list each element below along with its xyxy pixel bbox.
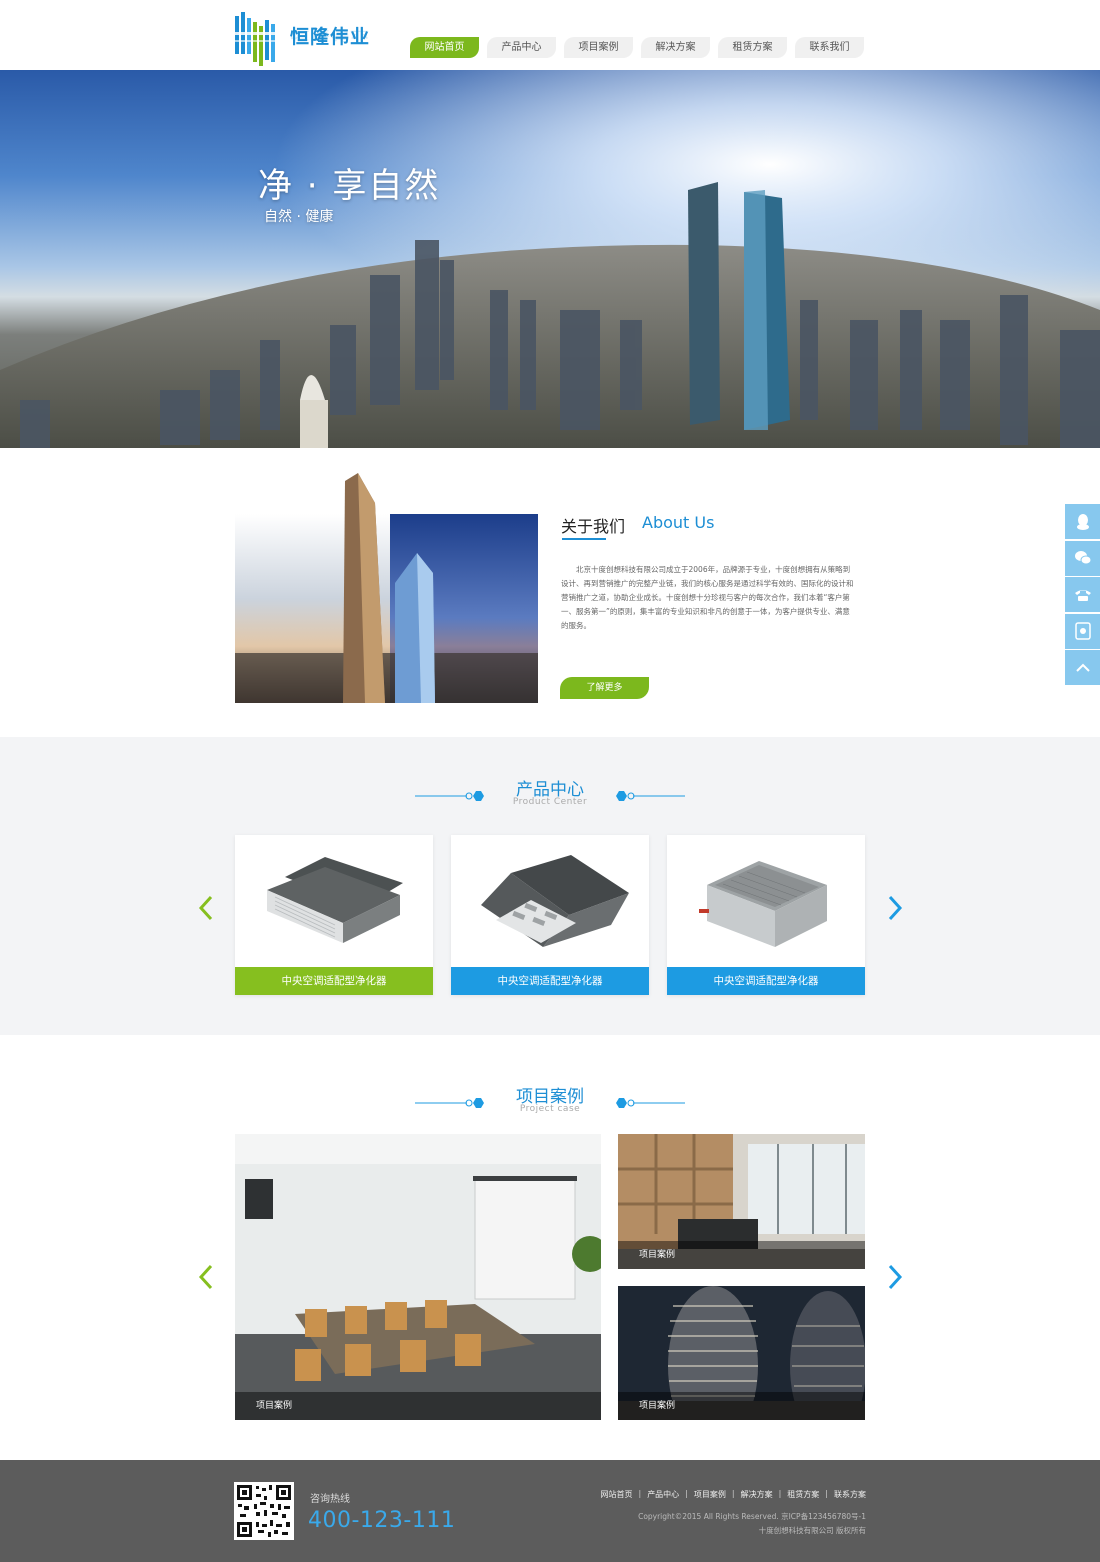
product-card-label: 中央空调适配型净化器 <box>667 967 865 995</box>
banner-subtitle: 自然 · 健康 <box>264 209 334 225</box>
cases-title-decoration <box>415 1098 685 1108</box>
about-title-underline <box>562 538 606 540</box>
product-image <box>267 857 403 943</box>
site-footer: 咨询热线 400-123-111 网站首页 | 产品中心 | 项目案例 | 解决方案 |… <box>0 1460 1100 1562</box>
hero-banner: 净 · 享自然 自然 · 健康 <box>0 70 1100 448</box>
banner-title: 净 · 享自然 <box>258 166 441 206</box>
wechat-button[interactable] <box>1065 540 1100 576</box>
nav-rental[interactable]: 租赁方案 <box>718 37 787 58</box>
case-caption: 项目案例 <box>618 1392 865 1420</box>
product-card[interactable]: 中央空调适配型净化器 <box>235 835 433 995</box>
city-skyline-image <box>0 70 1100 448</box>
footer-link-products[interactable]: 产品中心 <box>647 1489 679 1500</box>
nav-solutions[interactable]: 解决方案 <box>641 37 710 58</box>
company-text: 十度创想科技有限公司 版权所有 <box>758 1526 866 1535</box>
products-next-arrow-icon[interactable] <box>882 893 906 923</box>
product-card[interactable]: 中央空调适配型净化器 <box>667 835 865 995</box>
case-item[interactable]: 项目案例 <box>618 1134 865 1269</box>
phone-icon <box>1074 589 1091 601</box>
case-caption: 项目案例 <box>235 1392 601 1420</box>
product-image <box>699 861 827 947</box>
case-item-large[interactable]: 项目案例 <box>235 1134 601 1420</box>
side-toolbar <box>1065 504 1100 687</box>
about-title: 关于我们 <box>561 517 626 536</box>
weibo-icon <box>1074 622 1091 640</box>
nav-contact[interactable]: 联系我们 <box>795 37 864 58</box>
main-nav: 网站首页 产品中心 项目案例 解决方案 租赁方案 联系我们 <box>410 37 872 58</box>
product-card-label: 中央空调适配型净化器 <box>235 967 433 995</box>
footer-link-cases[interactable]: 项目案例 <box>694 1489 726 1500</box>
product-image <box>481 855 629 947</box>
footer-link-home[interactable]: 网站首页 <box>600 1489 632 1500</box>
footer-link-solutions[interactable]: 解决方案 <box>741 1489 773 1500</box>
logo-text-reflection: 恒隆伟业 <box>290 28 371 42</box>
wechat-icon <box>1074 551 1091 565</box>
footer-link-separator: | <box>731 1489 735 1498</box>
site-header: 恒隆伟业 恒隆伟业 网站首页 产品中心 项目案例 解决方案 租赁方案 联系我们 <box>0 0 1100 70</box>
cases-next-arrow-icon[interactable] <box>882 1262 906 1292</box>
footer-link-separator: | <box>825 1489 828 1498</box>
nav-products[interactable]: 产品中心 <box>487 37 556 58</box>
hotline-number: 400-123-111 <box>308 1508 456 1533</box>
about-building-image <box>235 473 538 703</box>
footer-link-rental[interactable]: 租赁方案 <box>787 1489 819 1500</box>
nav-home[interactable]: 网站首页 <box>410 37 479 58</box>
back-to-top-icon <box>1075 663 1090 672</box>
product-card-label: 中央空调适配型净化器 <box>451 967 649 995</box>
logo[interactable]: 恒隆伟业 恒隆伟业 <box>234 6 374 66</box>
meeting-room-image <box>235 1134 601 1420</box>
cases-prev-arrow-icon[interactable] <box>195 1262 219 1292</box>
back-to-top-button[interactable] <box>1065 650 1100 685</box>
products-title-decoration <box>415 791 685 801</box>
products-prev-arrow-icon[interactable] <box>195 893 219 923</box>
copyright-text: Copyright©2015 All Rights Reserved. 京ICP… <box>638 1512 866 1521</box>
nav-cases[interactable]: 项目案例 <box>564 37 633 58</box>
product-card[interactable]: 中央空调适配型净化器 <box>451 835 649 995</box>
about-title-en: About Us <box>642 513 715 532</box>
logo-mark-icon <box>234 12 276 66</box>
footer-link-separator: | <box>638 1489 642 1498</box>
phone-button[interactable] <box>1065 577 1100 612</box>
case-item[interactable]: 项目案例 <box>618 1286 865 1420</box>
qr-code-image <box>234 1482 294 1540</box>
footer-link-contact[interactable]: 联系方案 <box>834 1489 866 1500</box>
about-description: 北京十度创想科技有限公司成立于2006年，品牌源于专业，十度创想拥有从策略到设计… <box>561 565 854 630</box>
case-caption: 项目案例 <box>618 1241 865 1269</box>
footer-links: 网站首页 | 产品中心 | 项目案例 | 解决方案 | 租赁方案 | 联系方案 <box>600 1489 866 1500</box>
qq-icon <box>1076 513 1089 530</box>
hotline-label: 咨询热线 <box>310 1494 350 1505</box>
weibo-button[interactable] <box>1065 613 1100 649</box>
learn-more-button[interactable]: 了解更多 <box>560 677 649 699</box>
qq-button[interactable] <box>1065 504 1100 539</box>
footer-link-separator: | <box>778 1489 782 1498</box>
footer-link-separator: | <box>685 1489 688 1498</box>
